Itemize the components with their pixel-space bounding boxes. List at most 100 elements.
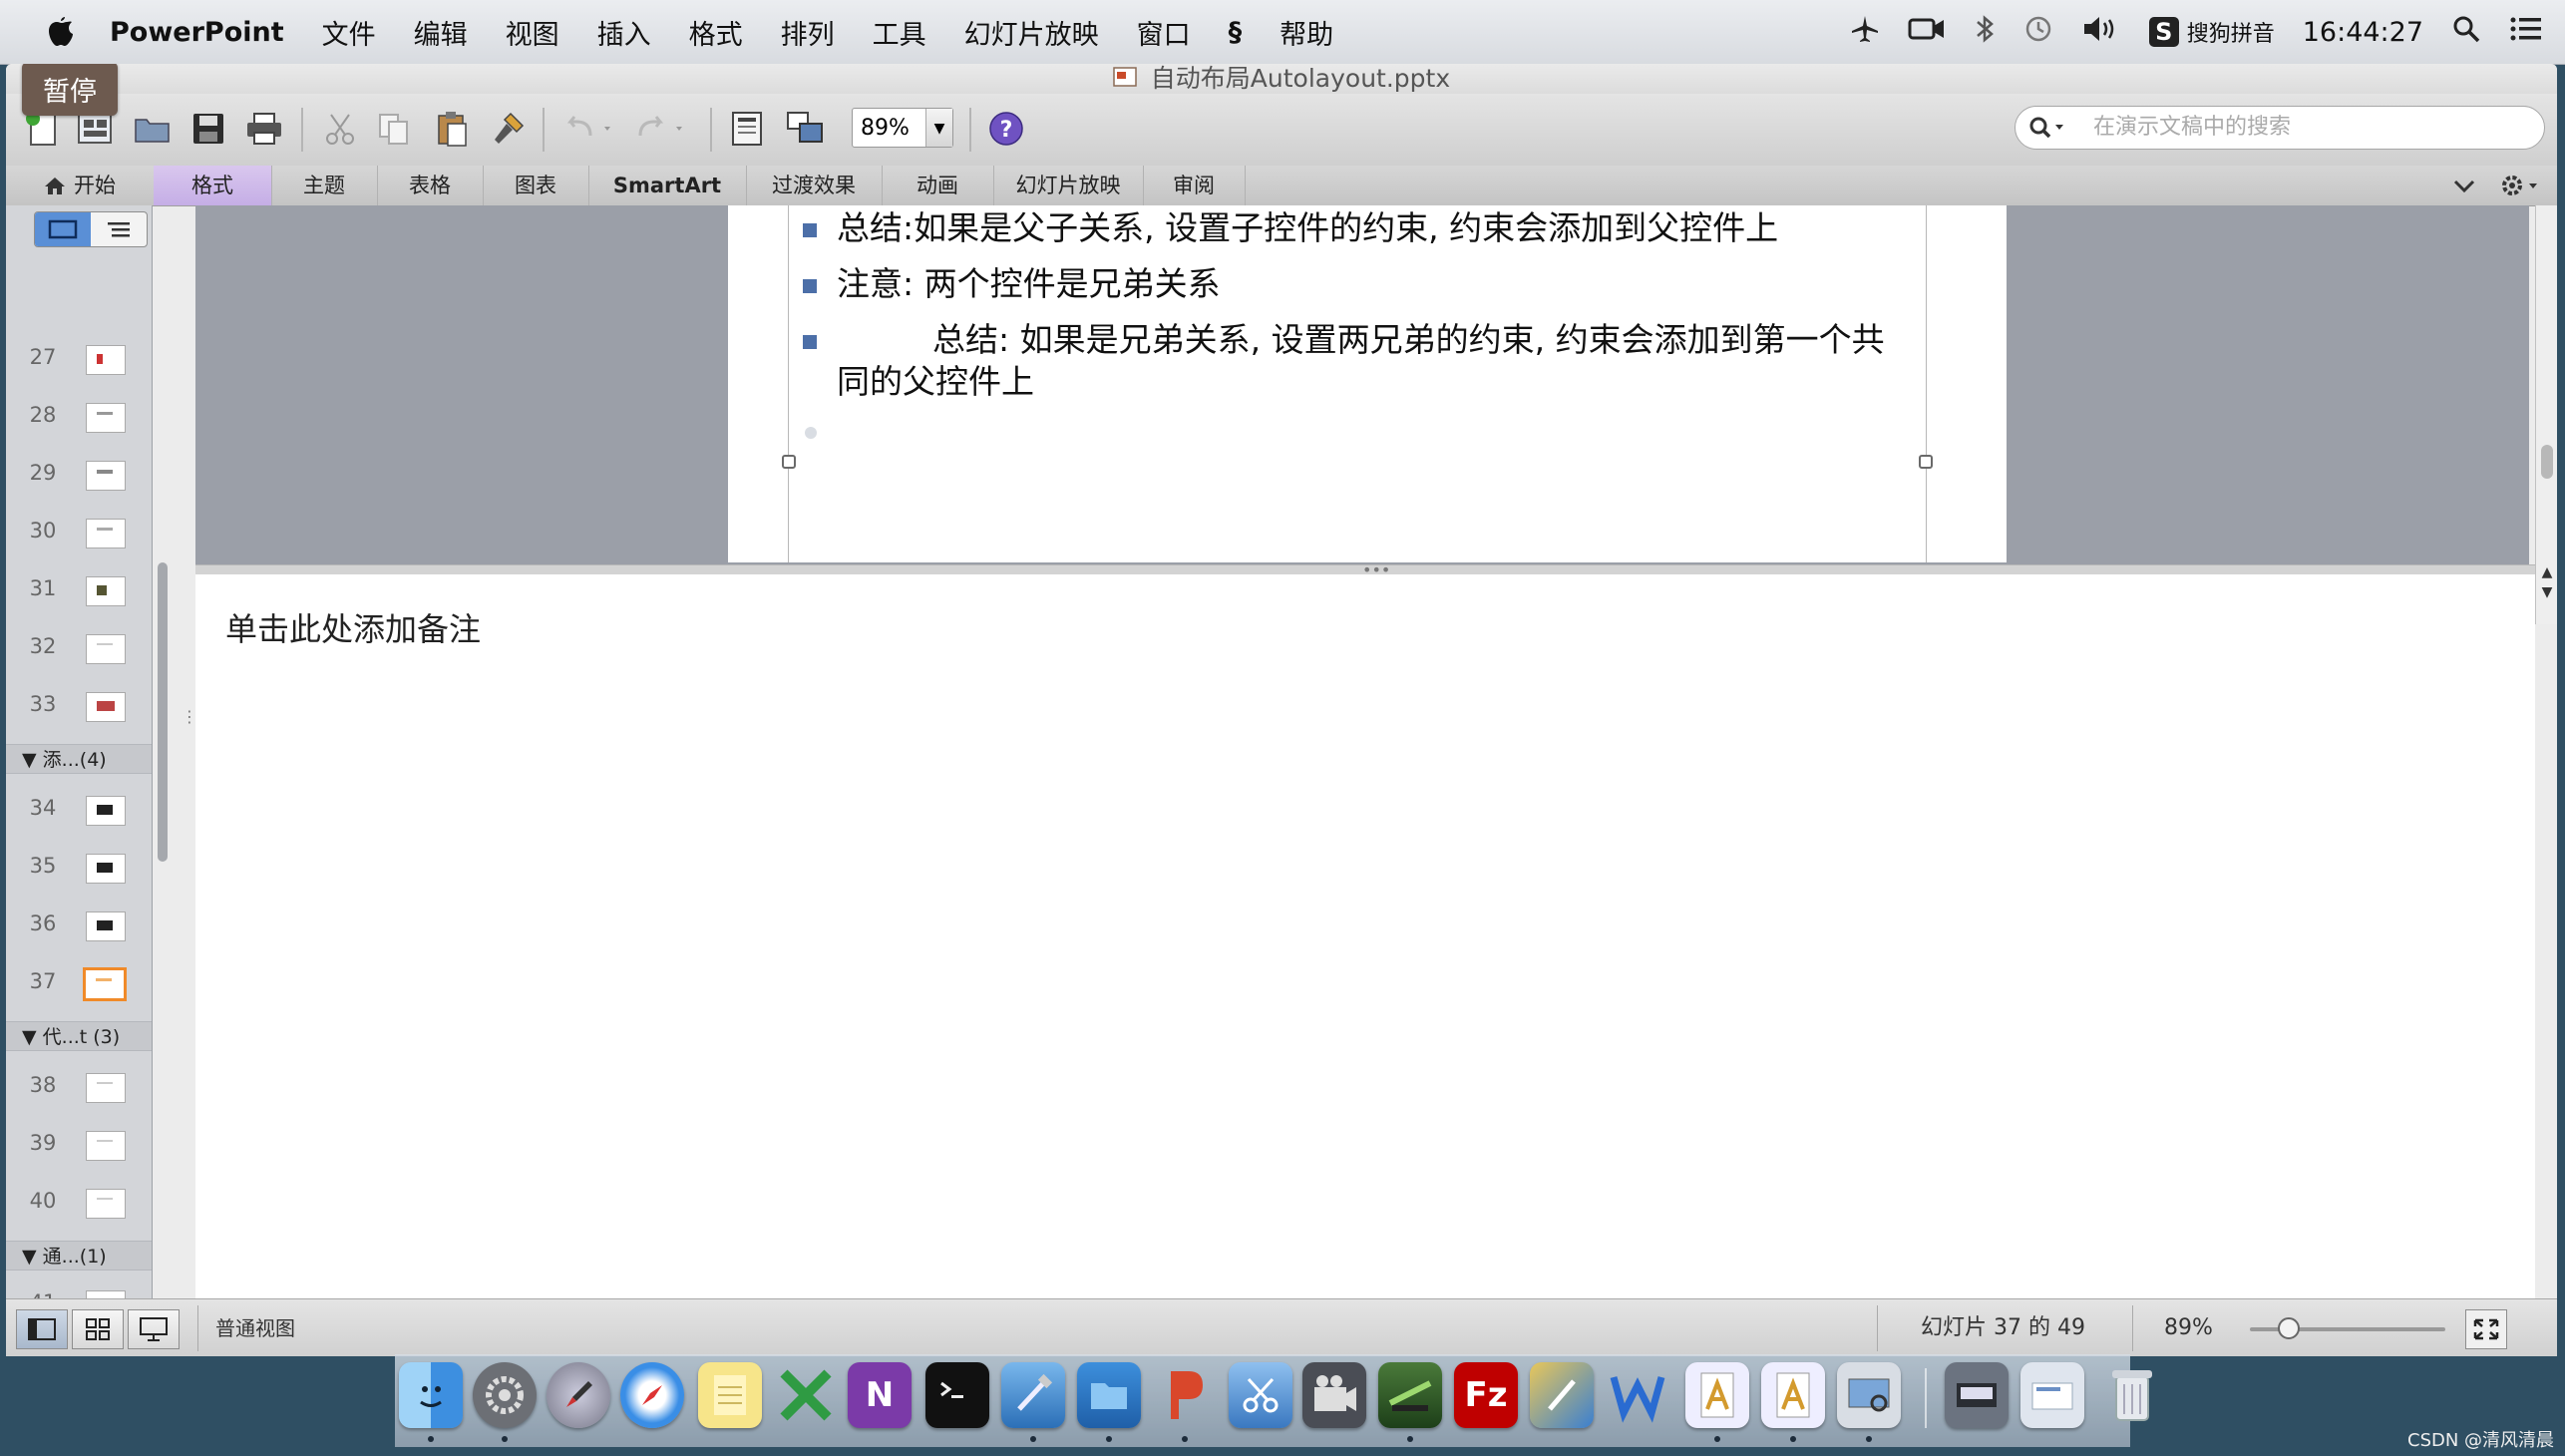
terminal-icon[interactable] — [925, 1362, 989, 1428]
undo-icon[interactable] — [558, 106, 618, 152]
tab-transitions[interactable]: 过渡效果 — [746, 166, 883, 205]
volume-icon[interactable] — [2081, 14, 2121, 51]
menu-window[interactable]: 窗口 — [1137, 13, 1191, 52]
slide-vertical-scrollbar[interactable]: ▲ ▼ — [2535, 205, 2557, 624]
slide-thumbnail-41[interactable] — [86, 1290, 126, 1298]
ribbon-settings-gear-icon[interactable] — [2499, 172, 2539, 204]
fit-to-window-button[interactable] — [2465, 1309, 2507, 1349]
instruments-icon[interactable] — [1378, 1362, 1442, 1428]
menu-help[interactable]: 帮助 — [1280, 13, 1333, 52]
menu-tools[interactable]: 工具 — [873, 13, 926, 52]
word-icon[interactable] — [1606, 1362, 1669, 1428]
outline-view-icon[interactable] — [91, 212, 147, 246]
slide-sorter-view-button[interactable] — [72, 1309, 124, 1349]
airplane-icon[interactable] — [1850, 14, 1880, 51]
slide-canvas[interactable]: 总结:如果是父子关系, 设置子控件的约束, 约束会添加到父控件上 注意: 两个控… — [728, 205, 2007, 562]
menu-view[interactable]: 视图 — [506, 13, 559, 52]
scroll-thumb[interactable] — [2541, 445, 2553, 479]
slide-thumbnail-29[interactable] — [86, 461, 126, 491]
slide-thumbnail-31[interactable] — [86, 576, 126, 606]
downloads-stack-icon[interactable] — [1945, 1362, 2009, 1428]
previous-next-slide-arrows-icon[interactable]: ▲ ▼ — [2539, 562, 2555, 622]
slide-thumbnail-32[interactable] — [86, 634, 126, 664]
resize-handle[interactable] — [1919, 455, 1933, 469]
bullet-item[interactable]: 注意: 两个控件是兄弟关系 — [803, 263, 1908, 305]
preview-icon[interactable] — [1837, 1362, 1901, 1428]
powerpoint-icon[interactable] — [1153, 1362, 1217, 1428]
folder-app-icon[interactable] — [1077, 1362, 1141, 1428]
menu-insert[interactable]: 插入 — [597, 13, 651, 52]
input-method-menu[interactable]: S 搜狗拼音 — [2148, 16, 2275, 48]
spotlight-search-icon[interactable] — [2451, 14, 2481, 51]
tab-home[interactable]: 开始 — [6, 166, 155, 205]
print-icon[interactable] — [241, 106, 287, 152]
slide-thumbnail-36[interactable] — [86, 911, 126, 941]
notes-placeholder[interactable]: 单击此处添加备注 — [225, 604, 481, 650]
bluetooth-icon[interactable] — [1974, 14, 1996, 51]
screenshot-tool-icon[interactable] — [1229, 1362, 1292, 1428]
trash-icon[interactable] — [2100, 1362, 2164, 1428]
tab-slide-show[interactable]: 幻灯片放映 — [993, 166, 1144, 205]
video-camera-icon[interactable] — [1908, 15, 1946, 50]
onenote-icon[interactable]: N — [848, 1362, 912, 1428]
menu-file[interactable]: 文件 — [322, 13, 376, 52]
notification-center-icon[interactable] — [2509, 15, 2543, 50]
slide-layout-icon[interactable] — [724, 106, 770, 152]
tab-animations[interactable]: 动画 — [882, 166, 994, 205]
tab-review[interactable]: 审阅 — [1143, 166, 1246, 205]
document-a-icon[interactable] — [1685, 1362, 1749, 1428]
slides-view-icon[interactable] — [35, 212, 91, 246]
section-header[interactable]: ▼ 添...(4) — [6, 744, 152, 774]
paste-icon[interactable] — [429, 106, 475, 152]
redo-icon[interactable] — [630, 106, 690, 152]
help-icon[interactable]: ? — [983, 106, 1029, 152]
new-slide-icon[interactable] — [782, 106, 828, 152]
slide-thumbnail-33[interactable] — [86, 692, 126, 722]
documents-stack-icon[interactable] — [2020, 1362, 2084, 1428]
safari-icon[interactable] — [620, 1362, 684, 1428]
zoom-slider-knob[interactable] — [2278, 1317, 2301, 1339]
slide-thumbnail-30[interactable] — [86, 519, 126, 548]
finder-icon[interactable] — [399, 1362, 463, 1428]
pause-recording-badge[interactable]: 暂停 — [22, 64, 118, 116]
system-preferences-icon[interactable] — [473, 1362, 537, 1428]
menu-format[interactable]: 格式 — [689, 13, 743, 52]
slide-thumbnail-34[interactable] — [86, 796, 126, 826]
resize-handle[interactable] — [782, 455, 796, 469]
app-name-menu[interactable]: PowerPoint — [110, 17, 284, 48]
menu-slideshow[interactable]: 幻灯片放映 — [964, 13, 1099, 52]
movie-app-icon[interactable] — [1302, 1362, 1366, 1428]
xcode-tools-icon[interactable] — [1001, 1362, 1065, 1428]
section-header[interactable]: ▼ 通...(1) — [6, 1241, 152, 1271]
cut-icon[interactable] — [317, 106, 363, 152]
save-icon[interactable] — [185, 106, 231, 152]
notes-app-icon[interactable] — [698, 1362, 762, 1428]
launchpad-icon[interactable] — [547, 1362, 610, 1428]
slide-thumbnail-38[interactable] — [86, 1073, 126, 1103]
content-placeholder[interactable]: 总结:如果是父子关系, 设置子控件的约束, 约束会添加到父控件上 注意: 两个控… — [782, 205, 1933, 562]
chevron-down-icon[interactable]: ▼ — [925, 109, 952, 147]
tab-themes[interactable]: 主题 — [271, 166, 378, 205]
slide-thumbnail-28[interactable] — [86, 403, 126, 433]
script-menu-icon[interactable]: § — [1229, 17, 1243, 48]
format-painter-icon[interactable] — [485, 106, 531, 152]
slide-thumbnail-35[interactable] — [86, 854, 126, 884]
slide-thumbnail-27[interactable] — [86, 345, 126, 375]
xcode-icon[interactable] — [774, 1362, 838, 1428]
filezilla-icon[interactable]: Fz — [1454, 1362, 1518, 1428]
slide-pane-scrollbar[interactable] — [158, 562, 168, 862]
bullet-item[interactable]: 总结: 如果是兄弟关系, 设置两兄弟的约束, 约束会添加到第一个共同的父控件上 — [803, 319, 1908, 403]
slide-thumbnail-39[interactable] — [86, 1131, 126, 1161]
open-folder-icon[interactable] — [130, 106, 176, 152]
section-header[interactable]: ▼ 代...t (3) — [6, 1021, 152, 1051]
document-b-icon[interactable] — [1761, 1362, 1825, 1428]
bullet-item[interactable]: 总结:如果是父子关系, 设置子控件的约束, 约束会添加到父控件上 — [803, 207, 1908, 249]
slide-thumbnail-37-selected[interactable] — [83, 967, 127, 1001]
ribbon-collapse-chevron-icon[interactable] — [2451, 174, 2477, 202]
zoom-dropdown[interactable]: 89% ▼ — [852, 108, 953, 148]
tab-smartart[interactable]: SmartArt — [588, 166, 747, 205]
menu-edit[interactable]: 编辑 — [414, 13, 468, 52]
normal-view-button[interactable] — [16, 1309, 68, 1349]
tab-format[interactable]: 格式 — [154, 166, 272, 205]
slide-show-view-button[interactable] — [128, 1309, 180, 1349]
